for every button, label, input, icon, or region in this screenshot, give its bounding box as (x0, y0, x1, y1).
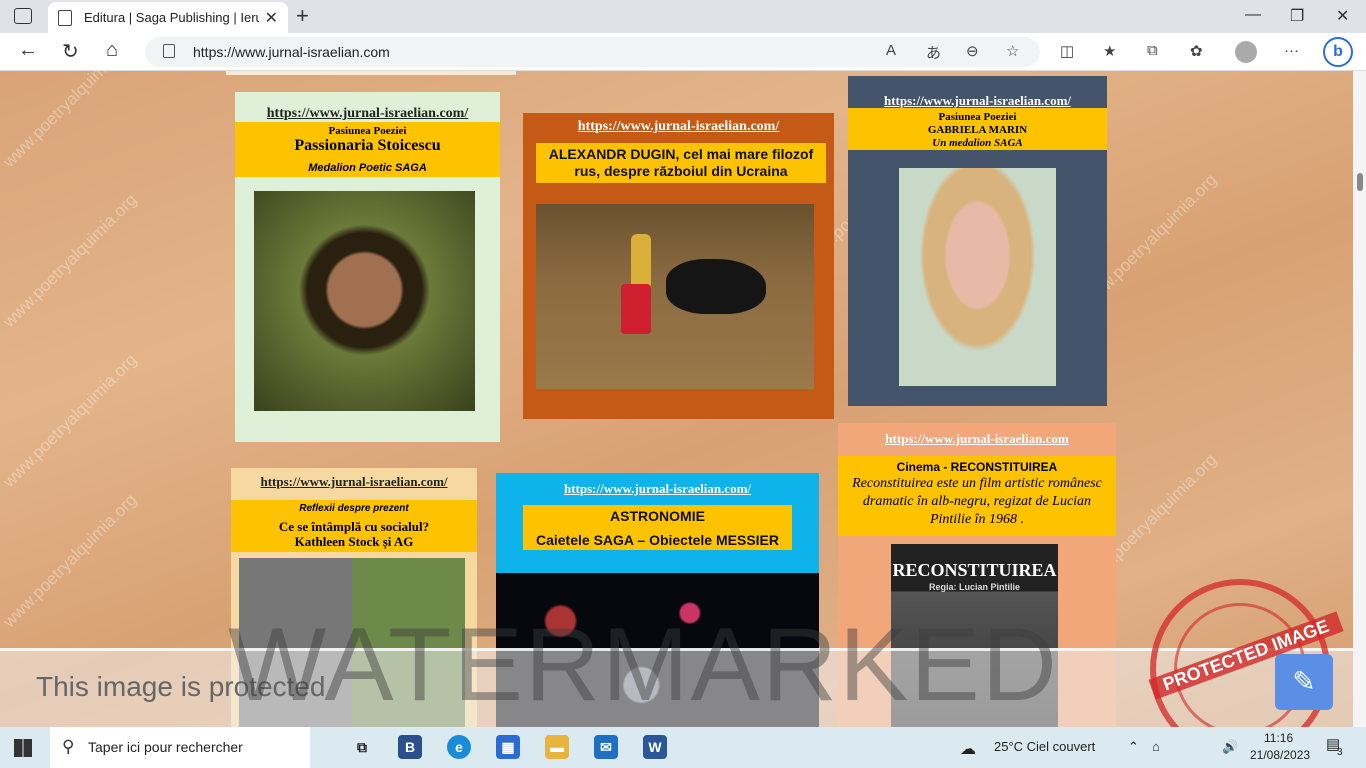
card-title-band: Cinema - RECONSTITUIREA Reconstituirea e… (838, 456, 1116, 536)
weather-icon[interactable]: ☁ (960, 739, 976, 759)
card-headline: rus, despre războiul din Ucraina (574, 163, 788, 179)
card-title: Ce se întâmplă cu socialul? Kathleen Sto… (231, 519, 477, 549)
portrait-photo (899, 168, 1056, 386)
card-subtitle: Pasiunea Poeziei (328, 125, 407, 137)
card-title: Passionaria Stoicescu (294, 137, 441, 154)
card-title-band: ASTRONOMIE Caietele SAGA – Obiectele MES… (523, 505, 792, 550)
watermark-text: www.poetryalquimia.org (0, 350, 141, 492)
card-headline: ALEXANDR DUGIN, cel mai mare filozof (548, 146, 814, 162)
lock-icon[interactable] (163, 44, 175, 58)
chevron-up-icon[interactable]: ⌃ (1128, 739, 1139, 755)
watermark-text: www.poetryalquimia.org (0, 71, 141, 172)
windows-start-icon[interactable] (14, 739, 32, 757)
poster-subtitle: Regia: Lucian Pintilie (928, 582, 1020, 592)
card-url[interactable]: https://www.jurnal-israelian.com/ (496, 481, 819, 497)
notification-count: 3 (1337, 747, 1343, 758)
back-icon[interactable]: ← (18, 39, 38, 62)
task-view-icon[interactable]: ⧉ (350, 735, 374, 759)
file-explorer-icon[interactable]: ▬ (545, 735, 569, 759)
card-title-band: ALEXANDR DUGIN, cel mai mare filozof rus… (536, 143, 826, 183)
mail-icon[interactable]: ✉ (594, 735, 618, 759)
card-url[interactable]: https://www.jurnal-israelian.com/ (848, 93, 1107, 109)
new-tab-icon[interactable]: + (296, 3, 309, 29)
card-gabriela[interactable]: https://www.jurnal-israelian.com/ Pasiun… (848, 76, 1107, 406)
card-url[interactable]: https://www.jurnal-israelian.com (838, 431, 1116, 447)
card-passionaria[interactable]: https://www.jurnal-israelian.com/ Pasiun… (235, 92, 500, 442)
tab-actions-icon[interactable] (14, 8, 32, 24)
poster-title: RECONSTITUIREA (892, 560, 1057, 580)
card-title-band: Pasiunea Poeziei GABRIELA MARIN Un medal… (848, 108, 1107, 150)
page-icon (58, 9, 72, 26)
favorites-icon[interactable]: ★ (1103, 42, 1116, 60)
tab-title: Editura | Saga Publishing | Ierusal (84, 10, 259, 25)
home-icon[interactable]: ⌂ (106, 39, 118, 62)
refresh-icon[interactable]: ↻ (62, 39, 79, 64)
translate-icon[interactable]: あ (926, 42, 941, 63)
address-bar: ← ↻ ⌂ https://www.jurnal-israelian.com A… (0, 33, 1366, 71)
network-icon[interactable]: ⌂ (1152, 739, 1160, 754)
edge-icon[interactable]: e (447, 735, 471, 759)
weather-text[interactable]: 25°C Ciel couvert (994, 739, 1095, 754)
favorite-star-icon[interactable]: ☆ (1006, 42, 1019, 60)
restore-icon[interactable]: ❐ (1290, 6, 1304, 26)
card-tagline: Medalion Poetic SAGA (308, 162, 427, 174)
profile-avatar[interactable] (1235, 41, 1257, 63)
extensions-icon[interactable]: ✿ (1190, 42, 1203, 60)
read-aloud-icon[interactable]: A (886, 42, 896, 59)
chat-button[interactable]: ✎ (1275, 654, 1333, 710)
close-tab-icon[interactable]: ✕ (265, 8, 278, 28)
close-window-icon[interactable]: ✕ (1336, 6, 1349, 26)
store-icon[interactable]: ▦ (496, 735, 520, 759)
card-url[interactable]: https://www.jurnal-israelian.com/ (231, 474, 477, 490)
card-title-line: Ce se întâmplă cu socialul? (278, 519, 430, 534)
card-dugin[interactable]: https://www.jurnal-israelian.com/ ALEXAN… (523, 113, 834, 419)
url-input[interactable]: https://www.jurnal-israelian.com (145, 37, 1040, 67)
card-title: GABRIELA MARIN (927, 124, 1028, 136)
card-description: Reconstituirea este un film artistic rom… (852, 476, 1102, 527)
page-content: www.poetryalquimia.org www.poetryalquimi… (0, 71, 1353, 727)
clock-time[interactable]: 11:16 (1264, 731, 1293, 745)
card-subtitle: Reflexii despre prezent (299, 503, 409, 514)
volume-icon[interactable]: 🔊 (1222, 739, 1238, 755)
tab-active[interactable]: Editura | Saga Publishing | Ierusal ✕ (48, 2, 288, 33)
minimize-icon[interactable]: — (1245, 6, 1261, 24)
bing-icon[interactable]: b (1323, 37, 1353, 67)
cape-figure (621, 284, 651, 334)
url-text: https://www.jurnal-israelian.com (193, 44, 390, 60)
card-subtitle: Pasiunea Poeziei (938, 111, 1017, 123)
word-icon[interactable]: W (643, 735, 667, 759)
card-title-band: Pasiunea Poeziei Passionaria Stoicescu M… (235, 122, 500, 177)
divider (226, 71, 516, 75)
bullfight-photo (536, 204, 814, 389)
card-title-band: Reflexii despre prezent Ce se întâmplă c… (231, 500, 477, 552)
portrait-photo (254, 191, 475, 411)
card-url[interactable]: https://www.jurnal-israelian.com/ (235, 106, 500, 122)
card-subtitle: Caietele SAGA – Obiectele MESSIER (535, 532, 779, 548)
split-screen-icon[interactable]: ◫ (1060, 42, 1074, 60)
bull-figure (666, 259, 766, 314)
app-b-icon[interactable]: B (398, 735, 422, 759)
clock-date[interactable]: 21/08/2023 (1250, 748, 1310, 762)
card-tagline: Un medalion SAGA (932, 137, 1023, 149)
menu-icon[interactable]: ··· (1284, 42, 1299, 59)
watermark-text: www.poetryalquimia.org (0, 190, 141, 332)
search-placeholder: Taper ici pour rechercher (88, 739, 243, 755)
card-title: ASTRONOMIE (610, 508, 705, 524)
search-icon: ⚲ (62, 737, 75, 756)
scrollbar-thumb[interactable] (1357, 173, 1363, 191)
card-title-line: Kathleen Stock și AG (294, 534, 414, 549)
vertical-scrollbar[interactable] (1353, 71, 1366, 727)
card-title: Cinema - RECONSTITUIREA (896, 460, 1058, 474)
watermark-banner: WATERMARKED (228, 607, 1059, 723)
taskbar-search[interactable]: ⚲ Taper ici pour rechercher (50, 727, 310, 768)
card-url[interactable]: https://www.jurnal-israelian.com/ (523, 119, 834, 135)
collections-icon[interactable]: ⧉ (1147, 42, 1158, 59)
taskbar: ⚲ Taper ici pour rechercher ⧉ B e ▦ ▬ ✉ … (0, 727, 1366, 768)
tab-bar: Editura | Saga Publishing | Ierusal ✕ + … (0, 0, 1366, 33)
watermark-text: www.poetryalquimia.org (0, 490, 141, 632)
zoom-icon[interactable]: ⊖ (966, 42, 979, 60)
